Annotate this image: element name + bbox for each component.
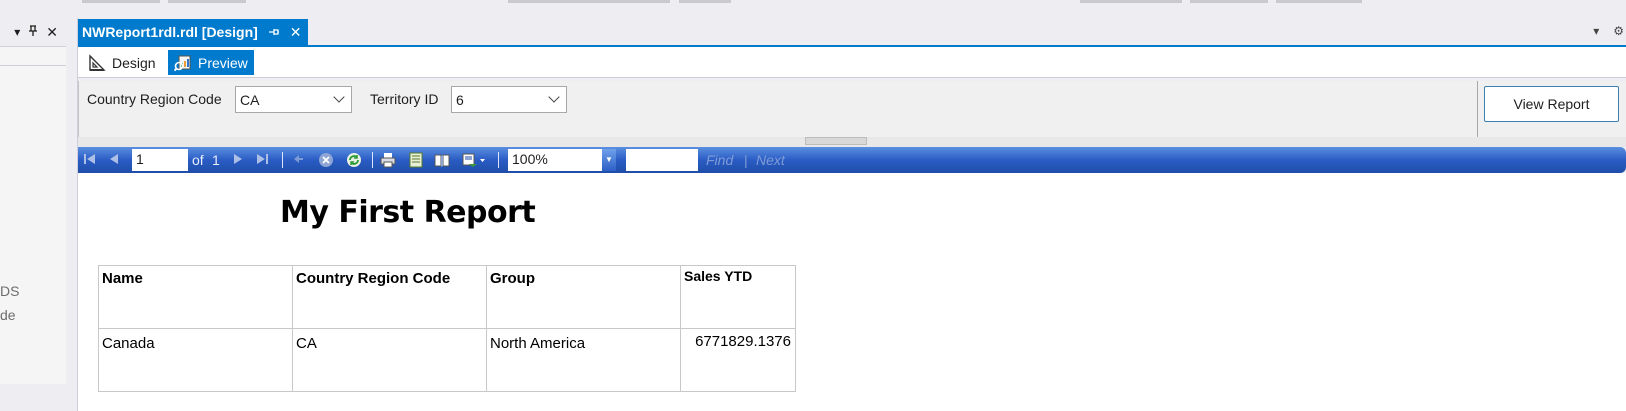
preview-tab[interactable]: Preview bbox=[168, 50, 254, 75]
vertical-splitter[interactable] bbox=[66, 18, 78, 411]
column-header: Name bbox=[98, 265, 293, 329]
close-icon[interactable]: ✕ bbox=[290, 24, 302, 41]
chevron-down-icon bbox=[333, 91, 345, 103]
report-preview-icon bbox=[174, 54, 192, 72]
left-tool-window-header: ▾ ✕ bbox=[0, 18, 66, 46]
left-tool-window-subheader bbox=[0, 46, 66, 66]
chevron-down-icon bbox=[548, 91, 560, 103]
left-tool-window-footer bbox=[0, 384, 66, 411]
stop-icon[interactable] bbox=[318, 152, 334, 168]
toolbar-remnant bbox=[1276, 0, 1362, 3]
print-layout-icon[interactable] bbox=[408, 152, 424, 168]
of-label: of bbox=[192, 152, 204, 168]
table-cell: Canada bbox=[98, 328, 293, 392]
document-tab-title: NWReport1rdl.rdl [Design] bbox=[82, 24, 258, 40]
pin-icon[interactable] bbox=[268, 24, 280, 40]
toolbar-separator bbox=[282, 152, 283, 168]
previous-page-icon[interactable] bbox=[106, 152, 122, 168]
column-header: Group bbox=[486, 265, 681, 329]
toolbar-separator bbox=[372, 152, 373, 168]
partial-text: DS bbox=[0, 283, 20, 299]
territory-id-label: Territory ID bbox=[370, 91, 439, 107]
column-header: Country Region Code bbox=[292, 265, 487, 329]
toolbar-remnant bbox=[679, 0, 731, 3]
find-link[interactable]: Find bbox=[706, 152, 733, 168]
country-region-code-value: CA bbox=[240, 91, 260, 108]
partial-text: de bbox=[0, 307, 16, 323]
zoom-select[interactable]: 100% ▼ bbox=[508, 149, 616, 171]
page-setup-icon[interactable] bbox=[434, 152, 450, 168]
current-page-input[interactable]: 1 bbox=[132, 149, 188, 171]
left-tool-window: ▾ ✕ DS de bbox=[0, 18, 66, 411]
toolbar-separator bbox=[498, 152, 499, 168]
table-cell: CA bbox=[292, 328, 487, 392]
view-report-button[interactable]: View Report bbox=[1484, 86, 1619, 122]
design-tab[interactable]: Design bbox=[82, 50, 162, 75]
refresh-icon[interactable] bbox=[346, 152, 362, 168]
parameter-area: Country Region Code CA Territory ID 6 Vi… bbox=[78, 81, 1626, 137]
collapse-parameters-handle[interactable] bbox=[805, 137, 867, 145]
table-cell: 6771829.1376 bbox=[680, 328, 796, 392]
toolbar-remnant bbox=[168, 0, 246, 3]
report-title: My First Report bbox=[280, 195, 536, 230]
print-icon[interactable] bbox=[380, 152, 396, 168]
preview-tab-label: Preview bbox=[198, 54, 248, 71]
back-to-parent-icon[interactable] bbox=[290, 152, 306, 168]
design-tab-label: Design bbox=[112, 54, 156, 71]
export-icon[interactable] bbox=[462, 152, 486, 168]
close-icon[interactable]: ✕ bbox=[46, 24, 58, 41]
pin-icon[interactable] bbox=[28, 24, 38, 40]
parameter-splitter bbox=[78, 137, 1626, 147]
column-header: Sales YTD bbox=[680, 265, 796, 329]
next-page-icon[interactable] bbox=[230, 152, 246, 168]
table-header-row: Name Country Region Code Group Sales YTD bbox=[98, 265, 796, 329]
toolbar-remnant bbox=[508, 0, 670, 3]
country-region-code-select[interactable]: CA bbox=[235, 86, 352, 113]
report-table: Name Country Region Code Group Sales YTD… bbox=[98, 265, 796, 392]
country-region-code-label: Country Region Code bbox=[87, 91, 222, 107]
territory-id-value: 6 bbox=[456, 91, 464, 108]
zoom-value: 100% bbox=[512, 151, 548, 167]
tab-row-controls: ▾ ⚙ bbox=[1593, 24, 1626, 38]
table-row: Canada CA North America 6771829.1376 bbox=[98, 328, 796, 392]
parameter-divider bbox=[1477, 81, 1478, 137]
toolbar-remnant bbox=[82, 0, 160, 3]
report-surface: My First Report Name Country Region Code… bbox=[78, 173, 1626, 411]
chevron-down-icon: ▼ bbox=[602, 149, 616, 171]
view-mode-bar: Design Preview bbox=[78, 47, 1626, 78]
settings-icon[interactable]: ⚙ bbox=[1613, 24, 1624, 38]
toolbar-remnant bbox=[1190, 0, 1268, 3]
find-separator: | bbox=[744, 152, 748, 168]
tab-dropdown-icon[interactable]: ▾ bbox=[1593, 24, 1599, 38]
ruler-triangle-icon bbox=[88, 53, 106, 72]
next-link[interactable]: Next bbox=[756, 152, 785, 168]
last-page-icon[interactable] bbox=[254, 152, 270, 168]
first-page-icon[interactable] bbox=[82, 152, 98, 168]
territory-id-select[interactable]: 6 bbox=[451, 86, 567, 113]
find-input[interactable] bbox=[626, 149, 698, 171]
table-cell: North America bbox=[486, 328, 681, 392]
dropdown-icon[interactable]: ▾ bbox=[14, 25, 20, 39]
toolbar-remnant bbox=[1080, 0, 1182, 3]
top-strip bbox=[0, 0, 1626, 8]
report-viewer-toolbar: 1 of 1 100% ▼ Find | Next bbox=[78, 147, 1626, 173]
document-tab[interactable]: NWReport1rdl.rdl [Design] ✕ bbox=[78, 19, 308, 45]
total-pages: 1 bbox=[212, 152, 220, 168]
